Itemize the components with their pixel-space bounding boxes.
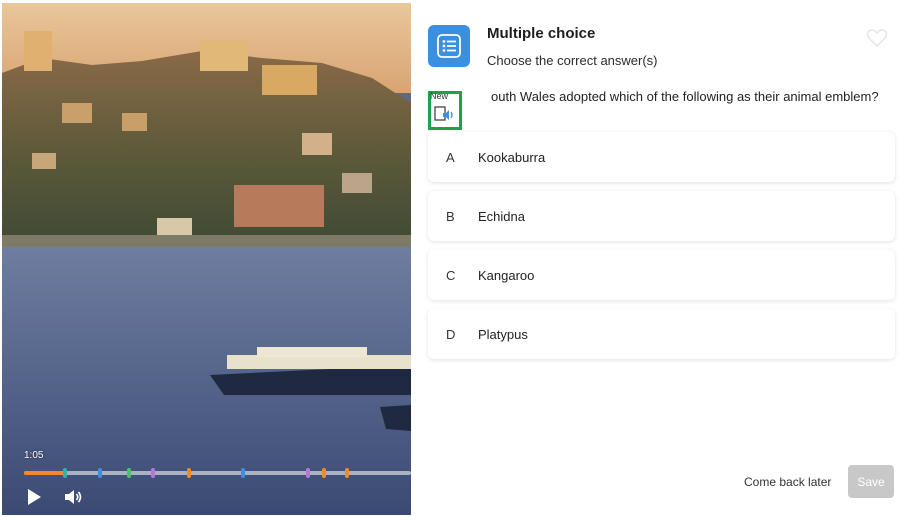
seek-bar[interactable] [24,468,411,478]
seek-bar-progress [24,471,63,475]
new-badge: New [430,91,449,101]
chapter-marker[interactable] [63,468,67,478]
option-letter: A [446,150,455,165]
option-text: Kangaroo [478,268,535,283]
volume-icon [65,490,82,504]
save-button[interactable]: Save [848,465,894,498]
text-to-speech-icon [434,106,453,121]
list-icon [437,34,461,58]
play-button[interactable] [24,487,44,507]
question-type-subtitle: Choose the correct answer(s) [487,53,658,68]
chapter-marker[interactable] [322,468,326,478]
current-time: 1:05 [24,450,44,461]
answer-option-c[interactable]: C Kangaroo [428,250,895,300]
video-player[interactable]: 1:05 [2,3,411,515]
option-letter: B [446,209,455,224]
come-back-later-button[interactable]: Come back later [744,475,831,489]
chapter-marker[interactable] [345,468,349,478]
quiz-player-screen: 1:05 Multiple choice Choose the correct … [0,0,906,517]
chapter-marker[interactable] [127,468,131,478]
video-frame-harbour [2,3,411,515]
play-icon [28,489,41,505]
answer-option-d[interactable]: D Platypus [428,309,895,359]
option-text: Kookaburra [478,150,546,165]
quiz-panel: Multiple choice Choose the correct answe… [411,0,906,517]
question-type-badge [428,25,470,67]
heart-icon [866,29,888,48]
option-letter: D [446,327,456,342]
option-letter: C [446,268,456,283]
chapter-marker[interactable] [187,468,191,478]
chapter-marker[interactable] [306,468,310,478]
option-text: Platypus [478,327,528,342]
question-type-title: Multiple choice [487,25,596,42]
chapter-marker[interactable] [98,468,102,478]
question-text: outh Wales adopted which of the followin… [491,89,879,104]
chapter-marker[interactable] [151,468,155,478]
option-text: Echidna [478,209,525,224]
volume-button[interactable] [63,487,83,507]
chapter-marker[interactable] [241,468,245,478]
answer-option-b[interactable]: B Echidna [428,191,895,241]
answer-option-a[interactable]: A Kookaburra [428,132,895,182]
